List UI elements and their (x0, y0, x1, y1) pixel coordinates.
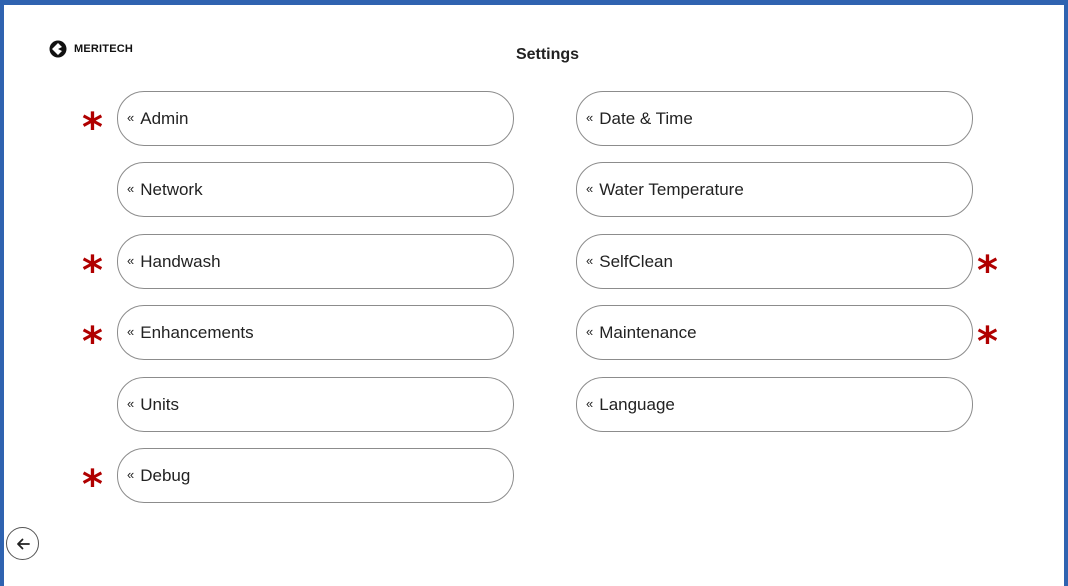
button-label: Units (140, 394, 179, 414)
chevron-left-icon: « (127, 396, 135, 411)
handwash-button[interactable]: « Handwash (117, 234, 514, 289)
button-label: Date & Time (599, 108, 693, 128)
button-label: Enhancements (140, 322, 254, 342)
star-marker-enhancements: * (82, 319, 103, 365)
chevron-left-icon: « (127, 324, 135, 339)
page-title: Settings (515, 46, 580, 63)
star-marker-debug: * (82, 462, 103, 508)
star-marker-selfclean: * (977, 248, 998, 294)
button-label: Admin (140, 108, 189, 128)
units-button[interactable]: « Units (117, 377, 514, 432)
chevron-left-icon: « (586, 181, 594, 196)
maintenance-button[interactable]: « Maintenance (576, 305, 973, 360)
chevron-left-icon: « (127, 110, 135, 125)
selfclean-button[interactable]: « SelfClean (576, 234, 973, 289)
debug-button[interactable]: « Debug (117, 448, 514, 503)
back-button[interactable] (6, 527, 39, 560)
button-label: SelfClean (599, 251, 673, 271)
chevron-left-icon: « (127, 467, 135, 482)
button-label: Network (140, 179, 203, 199)
button-label: Handwash (140, 251, 221, 271)
star-marker-handwash: * (82, 248, 103, 294)
chevron-left-icon: « (586, 253, 594, 268)
water-temperature-button[interactable]: « Water Temperature (576, 162, 973, 217)
button-label: Maintenance (599, 322, 697, 342)
language-button[interactable]: « Language (576, 377, 973, 432)
chevron-left-icon: « (127, 181, 135, 196)
chevron-left-icon: « (586, 324, 594, 339)
button-label: Debug (140, 465, 191, 485)
chevron-left-icon: « (586, 396, 594, 411)
admin-button[interactable]: « Admin (117, 91, 514, 146)
date-time-button[interactable]: « Date & Time (576, 91, 973, 146)
chevron-left-icon: « (127, 253, 135, 268)
back-arrow-icon (16, 538, 30, 549)
enhancements-button[interactable]: « Enhancements (117, 305, 514, 360)
star-marker-maintenance: * (977, 319, 998, 365)
button-label: Water Temperature (599, 179, 744, 199)
button-label: Language (599, 394, 675, 414)
network-button[interactable]: « Network (117, 162, 514, 217)
star-marker-admin: * (82, 105, 103, 151)
chevron-left-icon: « (586, 110, 594, 125)
